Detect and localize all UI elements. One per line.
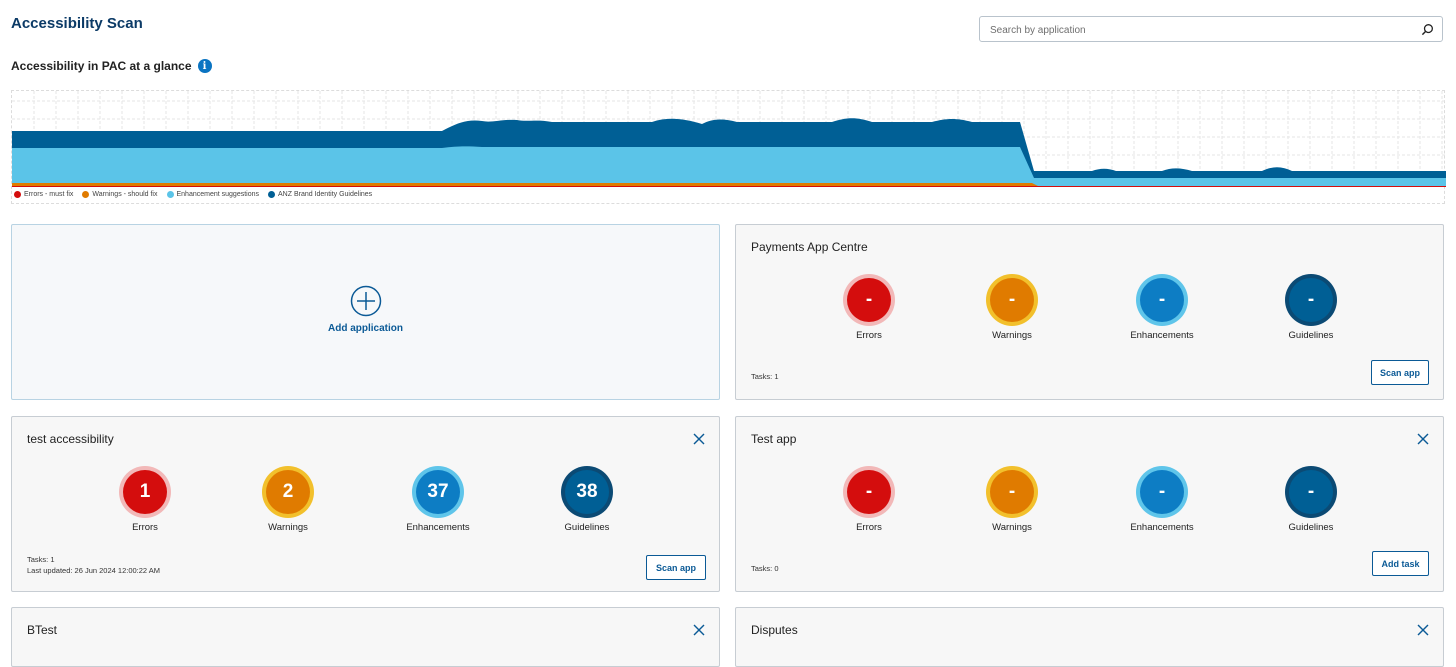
- enhancements-count-badge: -: [1140, 278, 1184, 322]
- metric-label: Warnings: [992, 522, 1032, 533]
- legend-dot-icon: [82, 191, 90, 198]
- metric-errors: - Errors: [809, 470, 929, 533]
- warnings-count-badge: -: [990, 470, 1034, 514]
- app-card-payments: Payments App Centre - Errors - Warnings …: [735, 224, 1444, 400]
- legend-item: Errors - must fix: [14, 191, 73, 198]
- guidelines-count-badge: -: [1289, 278, 1333, 322]
- metric-guidelines: - Guidelines: [1251, 278, 1371, 341]
- page-title: Accessibility Scan: [11, 15, 143, 32]
- legend-item: ANZ Brand Identity Guidelines: [268, 191, 372, 198]
- close-icon[interactable]: [1417, 433, 1429, 445]
- series-enhancements-area: [12, 146, 1446, 187]
- guidelines-count-badge: 38: [565, 470, 609, 514]
- metric-warnings: - Warnings: [952, 470, 1072, 533]
- add-application-label[interactable]: Add application: [328, 323, 403, 334]
- last-updated: Last updated: 26 Jun 2024 12:00:22 AM: [27, 566, 161, 575]
- metric-label: Warnings: [268, 522, 308, 533]
- metric-enhancements: - Enhancements: [1102, 278, 1222, 341]
- chart-svg: [12, 91, 1446, 187]
- glance-heading: Accessibility in PAC at a glance i: [11, 59, 212, 73]
- metric-guidelines: - Guidelines: [1251, 470, 1371, 533]
- legend-label: Errors - must fix: [24, 191, 74, 198]
- app-card-test-accessibility: test accessibility 1 Errors 2 Warnings 3…: [11, 416, 720, 592]
- tasks-count: Tasks: 1: [751, 372, 779, 381]
- card-title: Test app: [751, 432, 797, 446]
- enhancements-count-badge: 37: [416, 470, 460, 514]
- series-errors-area: [12, 186, 1446, 187]
- metric-label: Guidelines: [1288, 522, 1334, 533]
- warnings-count-badge: -: [990, 278, 1034, 322]
- tasks-count: Tasks: 1: [27, 555, 55, 564]
- search-box[interactable]: [979, 16, 1443, 42]
- card-title: Disputes: [751, 623, 798, 637]
- metric-enhancements: - Enhancements: [1102, 470, 1222, 533]
- metric-label: Guidelines: [1288, 330, 1334, 341]
- legend-label: Enhancement suggestions: [176, 191, 260, 198]
- metric-label: Errors: [132, 522, 158, 533]
- legend-dot-icon: [14, 191, 21, 198]
- warnings-count-badge: 2: [266, 470, 310, 514]
- legend-item: Warnings - should fix: [82, 191, 158, 198]
- app-card-test-app: Test app - Errors - Warnings - Enhanceme…: [735, 416, 1444, 592]
- metric-enhancements: 37 Enhancements: [378, 470, 498, 533]
- metric-label: Warnings: [992, 330, 1032, 341]
- metric-warnings: 2 Warnings: [228, 470, 348, 533]
- info-icon[interactable]: i: [197, 59, 212, 73]
- plus-circle-icon[interactable]: [350, 285, 382, 317]
- metric-guidelines: 38 Guidelines: [527, 470, 647, 533]
- legend-dot-icon: [268, 191, 275, 198]
- metric-label: Errors: [856, 522, 882, 533]
- metric-label: Guidelines: [564, 522, 610, 533]
- app-card-btest: BTest: [11, 607, 720, 667]
- legend-label: Warnings - should fix: [92, 191, 158, 198]
- add-application-card[interactable]: Add application: [11, 224, 720, 400]
- metric-label: Errors: [856, 330, 882, 341]
- chart-legend: Errors - must fix Warnings - should fix En…: [14, 191, 372, 198]
- metric-warnings: - Warnings: [952, 278, 1072, 341]
- metric-label: Enhancements: [406, 522, 470, 533]
- guidelines-count-badge: -: [1289, 470, 1333, 514]
- glance-heading-text: Accessibility in PAC at a glance: [11, 59, 192, 73]
- metric-label: Enhancements: [1130, 522, 1194, 533]
- search-icon[interactable]: [1421, 23, 1434, 36]
- scan-app-button[interactable]: Scan app: [1371, 360, 1429, 385]
- legend-item: Enhancement suggestions: [166, 191, 260, 198]
- card-title: BTest: [27, 623, 58, 637]
- accessibility-chart: Errors - must fix Warnings - should fix En…: [11, 90, 1446, 204]
- metric-errors: 1 Errors: [85, 470, 205, 533]
- legend-dot-icon: [166, 191, 174, 198]
- metric-label: Enhancements: [1130, 330, 1194, 341]
- app-card-disputes: Disputes: [735, 607, 1444, 667]
- legend-label: ANZ Brand Identity Guidelines: [278, 191, 373, 198]
- close-icon[interactable]: [693, 624, 705, 636]
- errors-count-badge: -: [847, 470, 891, 514]
- card-title: test accessibility: [27, 432, 114, 446]
- search-input[interactable]: [988, 20, 1412, 40]
- card-title: Payments App Centre: [751, 240, 868, 254]
- enhancements-count-badge: -: [1140, 470, 1184, 514]
- close-icon[interactable]: [693, 433, 705, 445]
- add-task-button[interactable]: Add task: [1372, 551, 1429, 576]
- tasks-count: Tasks: 0: [751, 564, 779, 573]
- scan-app-button[interactable]: Scan app: [646, 555, 706, 580]
- close-icon[interactable]: [1417, 624, 1429, 636]
- metric-errors: - Errors: [809, 278, 929, 341]
- errors-count-badge: -: [847, 278, 891, 322]
- errors-count-badge: 1: [123, 470, 167, 514]
